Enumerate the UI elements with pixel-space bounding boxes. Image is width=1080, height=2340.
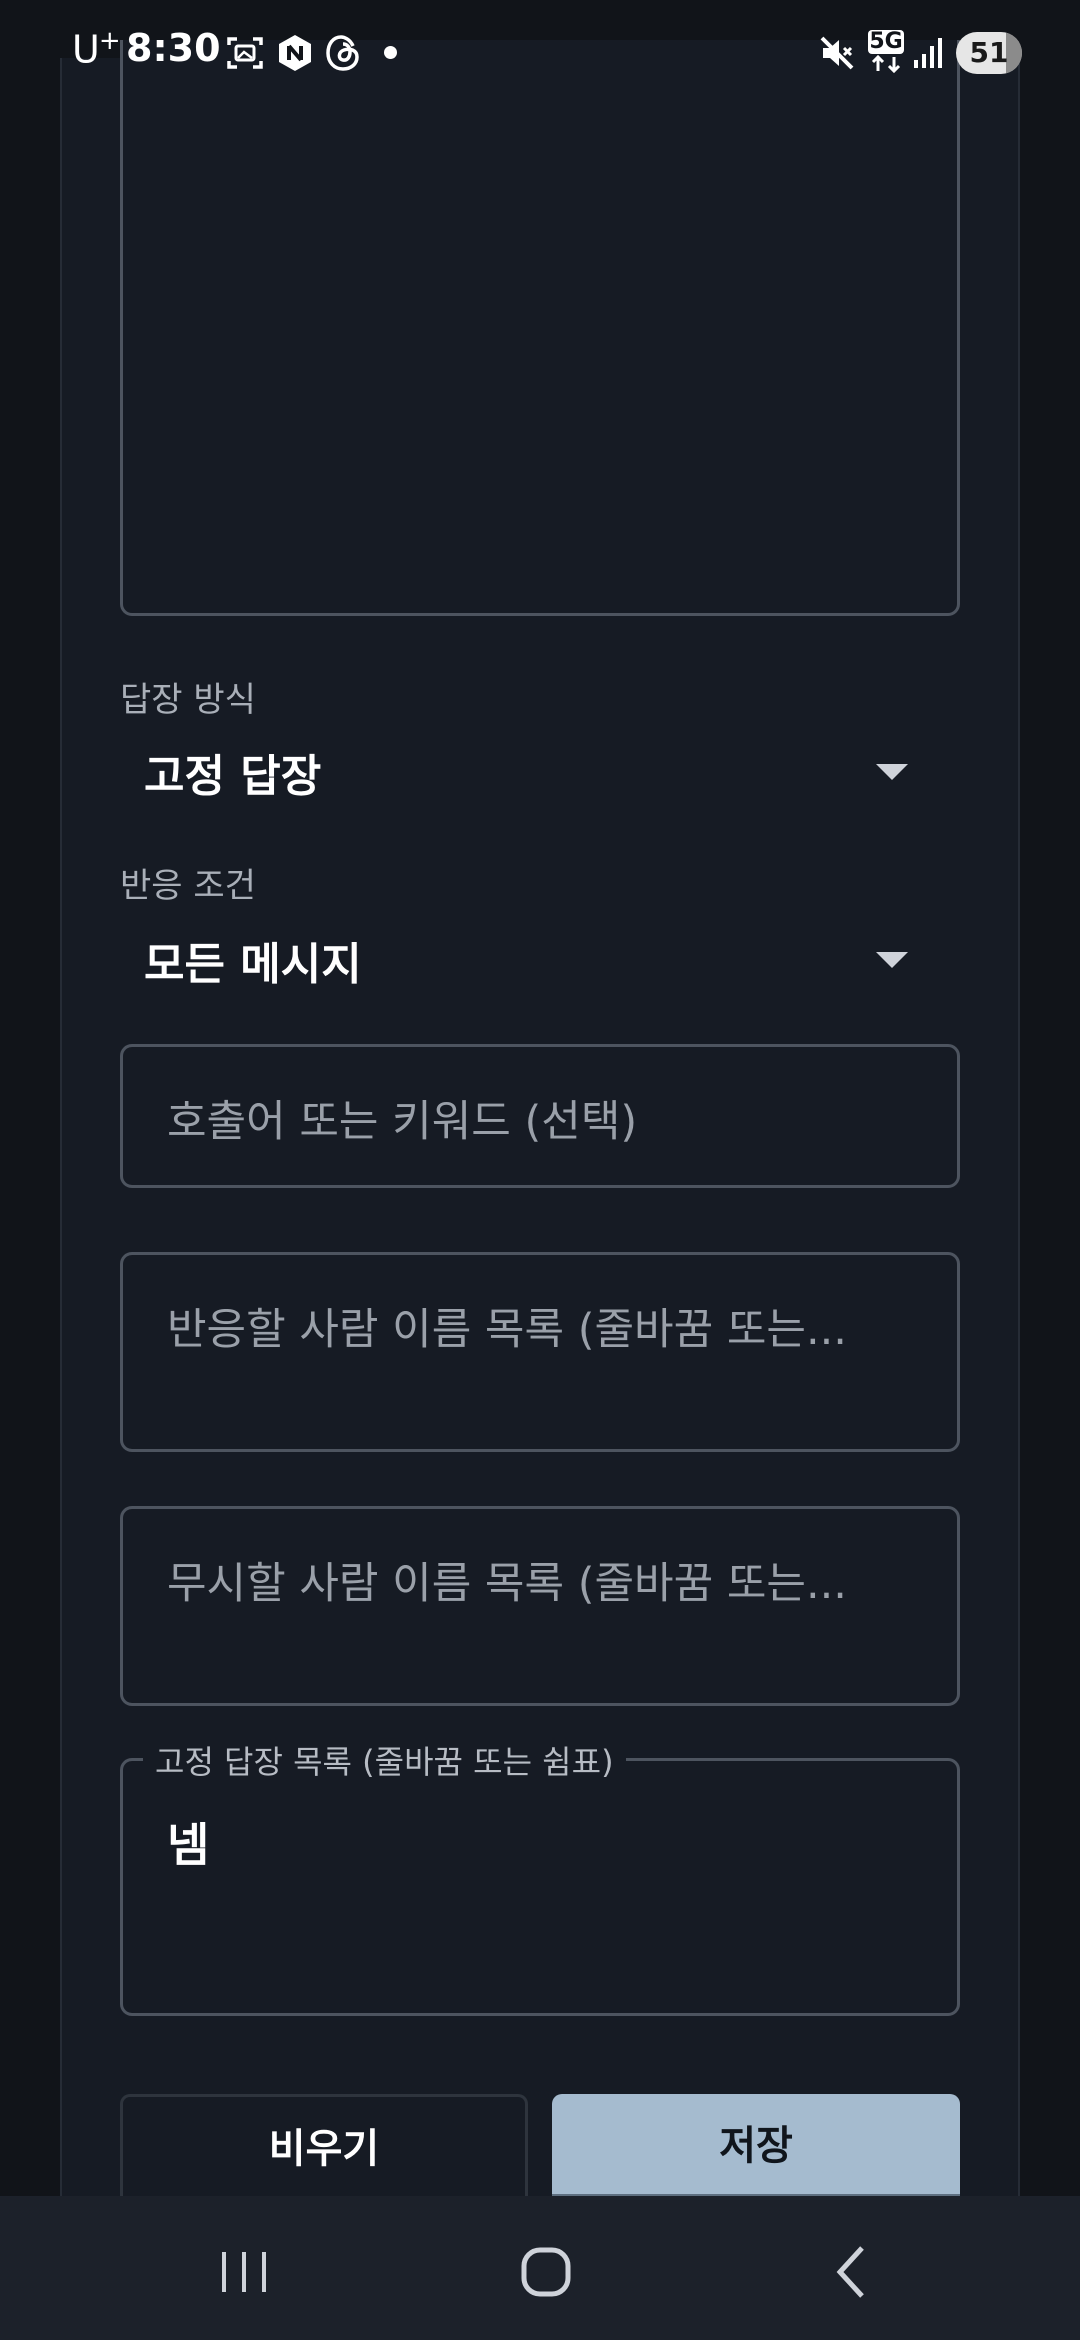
trigger-condition-value: 모든 메시지 [144,939,362,990]
fixed-replies-input[interactable]: 고정 답장 목록 (줄바꿈 또는 쉼표) 넴 [120,1737,960,2016]
fixed-replies-label: 고정 답장 목록 (줄바꿈 또는 쉼표) [143,1737,626,1783]
keyword-input[interactable]: 호출어 또는 키워드 (선택) [120,1044,960,1188]
home-icon[interactable] [506,2232,586,2312]
reply-mode-select[interactable]: 고정 답장 [120,730,960,810]
back-icon[interactable] [810,2232,890,2312]
trigger-condition-select[interactable]: 모든 메시지 [120,918,960,998]
respond-names-input[interactable]: 반응할 사람 이름 목록 (줄바꿈 또는... [120,1252,960,1452]
screenshot-icon [227,37,263,69]
system-nav-bar [0,2196,1080,2340]
network-5g-icon: 5G [868,30,904,74]
trigger-condition-label: 반응 조건 [120,866,256,906]
ignore-names-placeholder: 무시할 사람 이름 목록 (줄바꿈 또는... [167,1559,847,1609]
notification-dot [384,46,397,59]
recent-apps-icon[interactable] [204,2232,284,2312]
mute-icon [820,36,854,70]
caret-down-icon [876,952,908,968]
reply-mode-label: 답장 방식 [120,680,256,720]
status-bar: U+ 8:30 5G 51 [0,0,1080,104]
signal-icon [914,38,942,68]
reply-mode-value: 고정 답장 [144,751,322,802]
ignore-names-input[interactable]: 무시할 사람 이름 목록 (줄바꿈 또는... [120,1506,960,1706]
battery-indicator: 51 [956,32,1022,74]
naver-icon [279,35,311,71]
keyword-placeholder: 호출어 또는 키워드 (선택) [167,1097,638,1147]
app-screen: U+ 8:30 5G 51 답장 방식 고정 답장 반응 조건 모든 메시지 호… [0,0,1080,2340]
save-button[interactable]: 저장 [552,2094,960,2200]
threads-icon [326,35,359,71]
fixed-replies-value[interactable]: 넴 [167,1809,209,1875]
respond-names-placeholder: 반응할 사람 이름 목록 (줄바꿈 또는... [167,1305,847,1355]
clock: 8:30 [126,26,221,70]
caret-down-icon [876,764,908,780]
carrier-label: U+ [72,26,121,72]
clear-button[interactable]: 비우기 [120,2094,528,2200]
message-textarea[interactable] [120,40,960,616]
